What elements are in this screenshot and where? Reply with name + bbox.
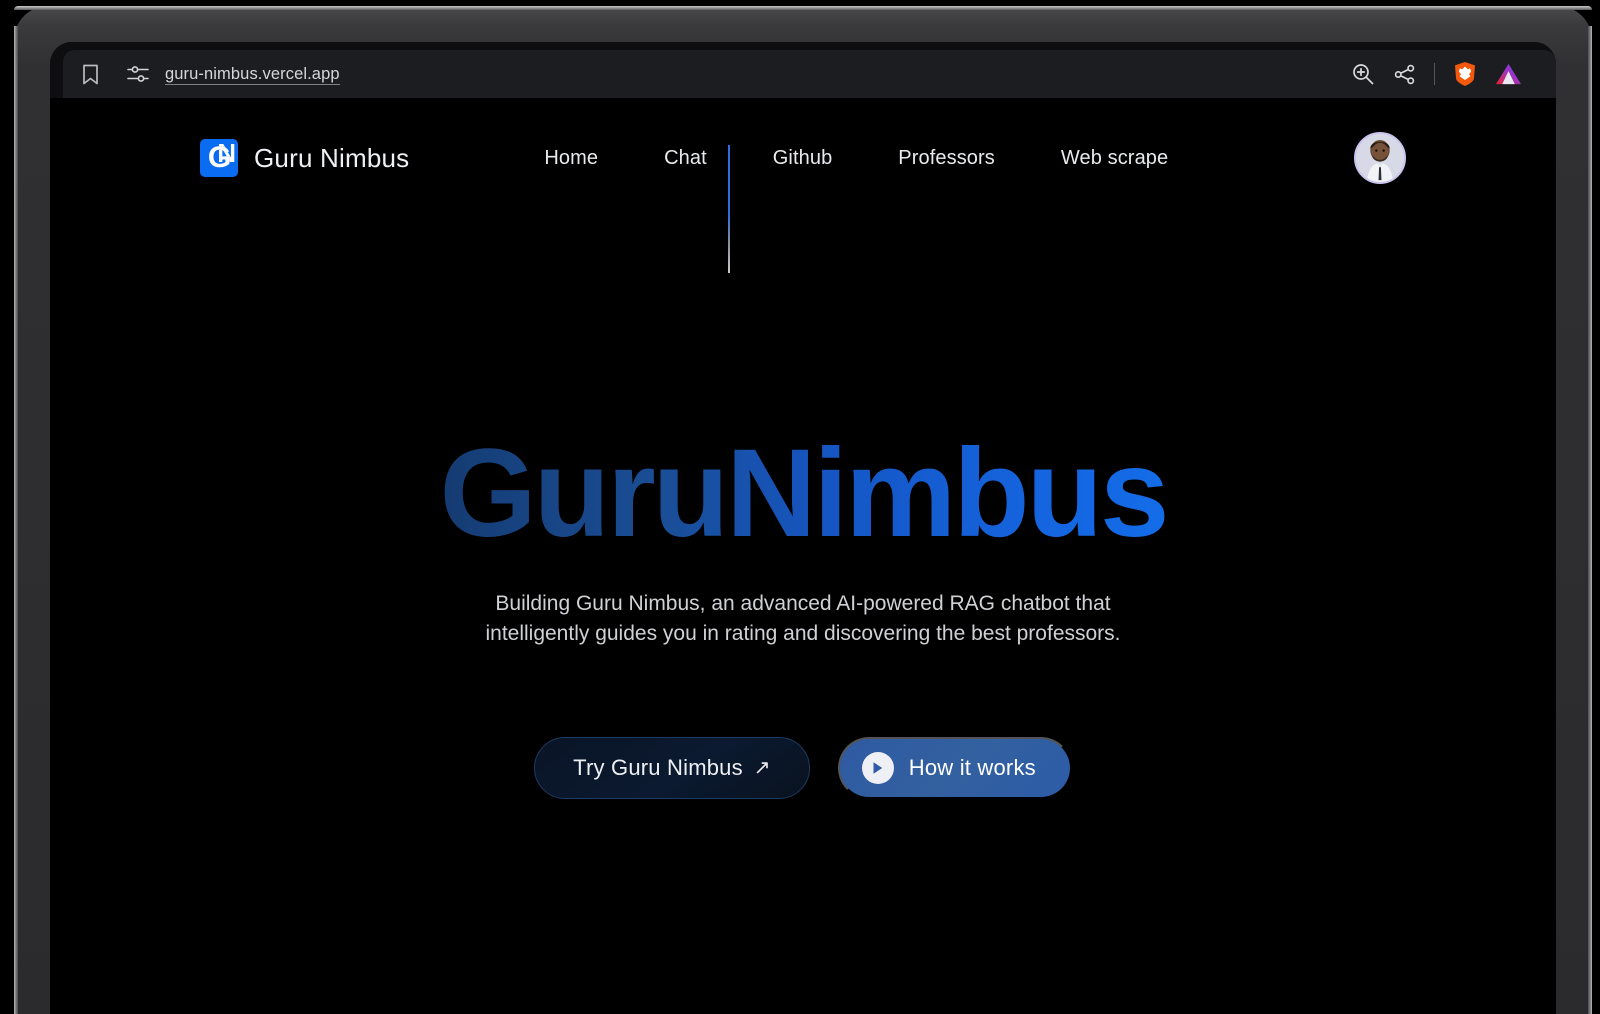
play-icon [861, 751, 894, 784]
laptop-frame: guru-nimbus.vercel.app N G Guru Nimbus H… [14, 6, 1592, 1014]
hero-cta-group: Try Guru Nimbus ↗ How it works [50, 736, 1556, 799]
brave-leo-icon [1495, 63, 1522, 85]
browser-chrome: guru-nimbus.vercel.app [50, 42, 1556, 98]
brave-shield-icon [1455, 62, 1475, 86]
zoom-in-icon [1353, 64, 1374, 85]
arrow-northeast-icon: ↗ [753, 757, 771, 780]
page-title: GuruNimbus [50, 427, 1556, 561]
url-value: guru-nimbus.vercel.app [165, 64, 340, 85]
bezel-left-edge [14, 26, 18, 1014]
sliders-icon[interactable] [121, 57, 155, 91]
guru-nimbus-logo-icon: N G [200, 139, 238, 177]
logo-letter: G [207, 141, 231, 174]
web-page: N G Guru Nimbus Home Chat Github Profess… [50, 98, 1556, 1014]
nav-item-professors[interactable]: Professors [865, 147, 1028, 170]
nav-active-indicator [728, 144, 731, 273]
bezel-right-edge [1588, 26, 1592, 1014]
brave-leo-button[interactable] [1495, 62, 1522, 86]
brand-logo-group[interactable]: N G Guru Nimbus [200, 139, 409, 177]
browser-action-buttons [1351, 61, 1542, 87]
nav-item-github[interactable]: Github [740, 147, 866, 170]
nav-item-web-scrape[interactable]: Web scrape [1028, 147, 1201, 170]
brand-title: Guru Nimbus [254, 142, 410, 173]
bookmark-icon[interactable] [73, 57, 107, 91]
how-it-works-button[interactable]: How it works [837, 736, 1072, 799]
hero-section: GuruNimbus Building Guru Nimbus, an adva… [50, 427, 1556, 799]
how-it-works-label: How it works [908, 754, 1036, 780]
try-guru-nimbus-label: Try Guru Nimbus [573, 754, 743, 780]
avatar-image [1356, 134, 1404, 182]
toolbar-divider [1434, 63, 1435, 85]
nav-item-home[interactable]: Home [544, 147, 631, 170]
hero-subtitle: Building Guru Nimbus, an advanced AI-pow… [485, 591, 1121, 645]
bezel-top-highlight [14, 6, 1592, 10]
url-text[interactable]: guru-nimbus.vercel.app [165, 64, 1351, 85]
zoom-in-button[interactable] [1351, 62, 1375, 86]
site-navbar: N G Guru Nimbus Home Chat Github Profess… [50, 98, 1556, 273]
share-button[interactable] [1393, 63, 1416, 86]
laptop-screen: guru-nimbus.vercel.app N G Guru Nimbus H… [50, 42, 1556, 1014]
browser-url-bar[interactable]: guru-nimbus.vercel.app [63, 50, 1556, 98]
share-icon [1394, 64, 1415, 84]
avatar[interactable] [1354, 132, 1406, 184]
nav-links: Home Chat Github Professors Web scrape [544, 144, 1201, 273]
nav-item-chat[interactable]: Chat [631, 147, 740, 170]
try-guru-nimbus-button[interactable]: Try Guru Nimbus ↗ [534, 736, 810, 799]
brave-shields-button[interactable] [1453, 61, 1477, 87]
